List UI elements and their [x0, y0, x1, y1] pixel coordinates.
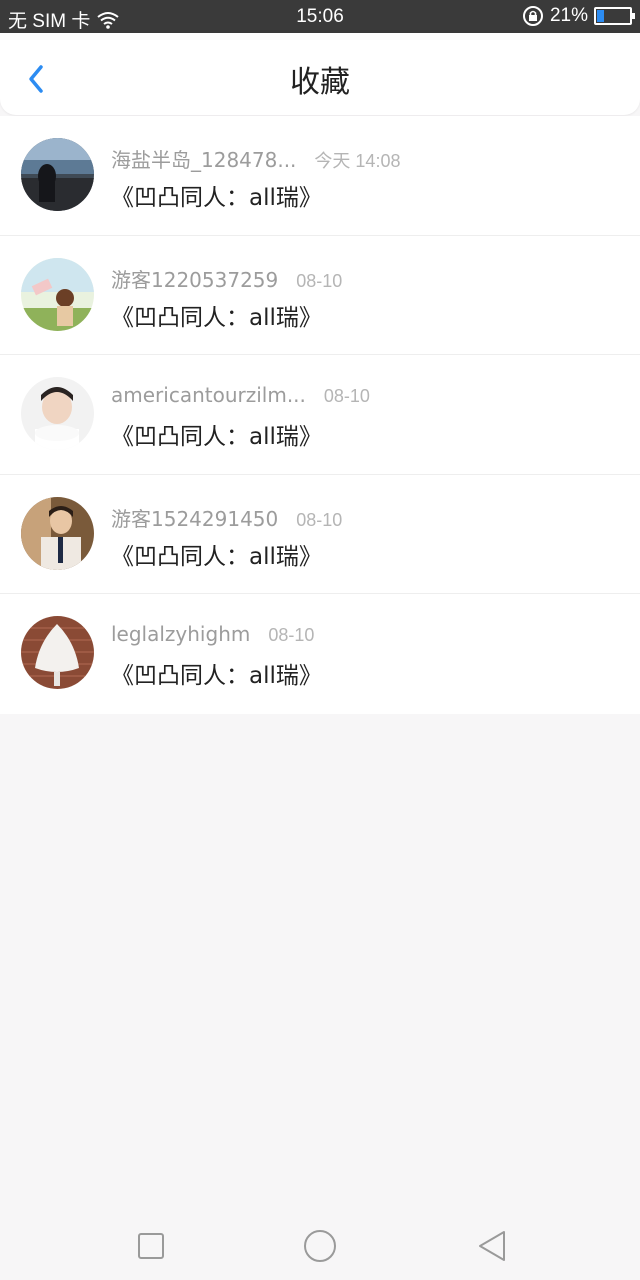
navigation-bar [0, 1210, 640, 1280]
timestamp: 今天 14:08 [314, 151, 401, 171]
favorites-list: 海盐半岛_128478... 今天 14:08 《凹凸同人：all瑞》 游客12… [0, 116, 640, 714]
circle-icon [304, 1230, 336, 1262]
battery-fill [597, 10, 605, 22]
item-title[interactable]: 《凹凸同人：all瑞》 [111, 656, 322, 690]
header: 收藏 [0, 33, 640, 115]
list-item[interactable]: leglalzyhighm 08-10 《凹凸同人：all瑞》 [0, 594, 640, 714]
battery-percent: 21% [549, 5, 588, 26]
avatar[interactable] [21, 496, 94, 570]
item-meta: leglalzyhighm 08-10 [111, 622, 314, 646]
status-bar: 无 SIM 卡 15:06 21% [0, 0, 640, 33]
avatar[interactable] [21, 257, 94, 331]
item-meta: 游客1524291450 08-10 [111, 503, 342, 532]
square-icon [138, 1233, 164, 1259]
username[interactable]: 海盐半岛_128478... [111, 144, 296, 173]
triangle-back-icon [479, 1231, 505, 1261]
username[interactable]: 游客1524291450 [111, 503, 278, 532]
username[interactable]: 游客1220537259 [111, 264, 278, 293]
avatar[interactable] [21, 138, 94, 211]
avatar[interactable] [21, 616, 94, 690]
page-title: 收藏 [290, 65, 350, 100]
battery-icon [594, 7, 635, 25]
list-item[interactable]: americantourzilm... 08-10 《凹凸同人：all瑞》 [0, 355, 640, 475]
timestamp: 08-10 [296, 509, 343, 530]
item-title[interactable]: 《凹凸同人：all瑞》 [111, 298, 322, 332]
status-right: 21% [522, 5, 635, 27]
system-back-button[interactable] [474, 1228, 510, 1264]
rotation-lock-icon [522, 6, 543, 26]
item-title[interactable]: 《凹凸同人：all瑞》 [111, 178, 322, 212]
timestamp: 08-10 [296, 270, 343, 291]
username[interactable]: leglalzyhighm [111, 622, 250, 646]
list-item[interactable]: 海盐半岛_128478... 今天 14:08 《凹凸同人：all瑞》 [0, 116, 640, 236]
item-title[interactable]: 《凹凸同人：all瑞》 [111, 417, 322, 451]
timestamp: 08-10 [268, 625, 315, 646]
username[interactable]: americantourzilm... [111, 383, 306, 407]
list-item[interactable]: 游客1220537259 08-10 《凹凸同人：all瑞》 [0, 236, 640, 356]
item-meta: 游客1220537259 08-10 [111, 264, 342, 293]
list-item[interactable]: 游客1524291450 08-10 《凹凸同人：all瑞》 [0, 475, 640, 595]
item-title[interactable]: 《凹凸同人：all瑞》 [111, 537, 322, 571]
item-meta: 海盐半岛_128478... 今天 14:08 [111, 144, 400, 173]
recent-apps-button[interactable] [133, 1228, 169, 1264]
item-meta: americantourzilm... 08-10 [111, 383, 370, 407]
home-button[interactable] [302, 1228, 338, 1264]
timestamp: 08-10 [323, 386, 370, 407]
avatar[interactable] [21, 377, 94, 451]
